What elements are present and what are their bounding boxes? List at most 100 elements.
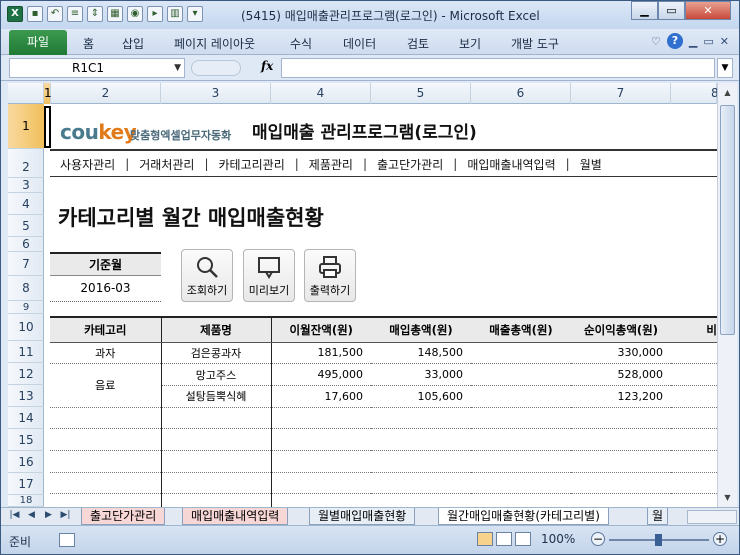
column-header[interactable]: 8 — [671, 83, 717, 104]
row-header[interactable]: 2 — [8, 149, 44, 178]
cell-carryover[interactable]: 495,000 — [271, 363, 371, 386]
tab-file[interactable]: 파일 — [9, 30, 67, 55]
cell-product[interactable] — [161, 493, 272, 507]
cell-net-profit[interactable] — [571, 407, 671, 430]
cell-net-profit[interactable] — [571, 428, 671, 451]
close-button[interactable]: ✕ — [685, 1, 731, 20]
cell-product[interactable]: 망고주스 — [161, 363, 272, 386]
cell-product[interactable] — [161, 428, 272, 451]
cell-net-profit[interactable]: 528,000 — [571, 363, 671, 386]
scrollbar-thumb[interactable] — [720, 105, 735, 335]
cell-ratio[interactable] — [671, 428, 717, 451]
menu-item-category-management[interactable]: 카테고리관리 — [209, 156, 295, 173]
cell-carryover[interactable] — [271, 428, 371, 451]
column-header[interactable]: 1 — [44, 83, 52, 104]
row-header[interactable]: 1 — [8, 104, 44, 149]
menu-item-product-management[interactable]: 제품관리 — [299, 156, 363, 173]
cell-carryover[interactable] — [271, 493, 371, 507]
row-header[interactable]: 16 — [8, 451, 44, 473]
row-header[interactable]: 11 — [8, 341, 44, 363]
column-header[interactable]: 6 — [471, 83, 571, 104]
first-sheet-icon[interactable]: |◀ — [7, 510, 22, 520]
cell-carryover[interactable] — [271, 450, 371, 473]
column-header[interactable]: 5 — [371, 83, 471, 104]
form-icon[interactable]: ≡ — [67, 6, 83, 22]
row-header[interactable]: 12 — [8, 363, 44, 385]
chevron-down-icon[interactable]: ▼ — [174, 59, 181, 77]
cell-net-profit[interactable] — [571, 472, 671, 495]
zoom-knob[interactable] — [655, 534, 662, 546]
tab-developer[interactable]: 개발 도구 — [511, 35, 559, 52]
cell-purchase[interactable] — [371, 428, 471, 451]
row-header[interactable]: 3 — [8, 178, 44, 193]
cell-purchase[interactable] — [371, 407, 471, 430]
cell-sales[interactable] — [471, 428, 571, 451]
row-header[interactable]: 5 — [8, 215, 44, 237]
menu-item-user-management[interactable]: 사용자관리 — [50, 156, 125, 173]
maximize-button[interactable]: ▭ — [658, 1, 685, 20]
row-header[interactable]: 18 — [8, 495, 44, 507]
doc-restore-icon[interactable]: ▭ — [703, 35, 713, 48]
cell-sales[interactable] — [471, 342, 571, 365]
zoom-slider[interactable]: − + — [591, 532, 731, 548]
tab-home[interactable]: 홈 — [83, 35, 94, 52]
row-header[interactable]: 15 — [8, 429, 44, 451]
cell-carryover[interactable]: 181,500 — [271, 342, 371, 365]
cell-category[interactable] — [50, 407, 162, 430]
formula-input[interactable] — [281, 58, 715, 78]
cell-carryover[interactable] — [271, 472, 371, 495]
cell-ratio[interactable] — [671, 363, 717, 386]
menu-item-release-price[interactable]: 출고단가관리 — [367, 156, 453, 173]
cell-ratio[interactable] — [671, 493, 717, 507]
ribbon-collapse-icon[interactable]: ♡ — [651, 35, 661, 48]
sort-icon[interactable]: ⇕ — [87, 6, 103, 22]
row-header[interactable]: 8 — [8, 276, 44, 301]
last-sheet-icon[interactable]: ▶| — [58, 510, 73, 520]
formula-cancel-enter[interactable] — [191, 60, 241, 76]
scroll-down-icon[interactable]: ▼ — [720, 490, 735, 505]
tab-page-layout[interactable]: 페이지 레이아웃 — [174, 35, 255, 52]
cell-sales[interactable] — [471, 450, 571, 473]
cell-product[interactable] — [161, 407, 272, 430]
cell-ratio[interactable] — [671, 407, 717, 430]
print-button[interactable]: 출력하기 — [304, 249, 356, 302]
cell-category[interactable]: 음료 — [50, 363, 162, 408]
row-header[interactable]: 7 — [8, 252, 44, 276]
cell-category[interactable]: 과자 — [50, 342, 162, 365]
vertical-scrollbar[interactable]: ▲ ▼ — [717, 83, 737, 507]
row-header[interactable]: 10 — [8, 314, 44, 341]
macro-record-icon[interactable] — [59, 533, 75, 547]
preview-button[interactable]: 미리보기 — [243, 249, 295, 302]
cell-product[interactable]: 검은콩과자 — [161, 342, 272, 365]
row-header[interactable]: 13 — [8, 385, 44, 407]
page-layout-view-icon[interactable] — [496, 532, 512, 546]
prev-sheet-icon[interactable]: ◀ — [24, 510, 39, 520]
row-header[interactable]: 9 — [8, 301, 44, 314]
cell-net-profit[interactable] — [571, 450, 671, 473]
horizontal-scrollbar[interactable] — [687, 510, 737, 524]
normal-view-icon[interactable] — [477, 532, 493, 546]
cell-net-profit[interactable] — [571, 493, 671, 507]
zoom-out-icon[interactable]: − — [591, 532, 605, 546]
save-icon[interactable]: ▪ — [27, 6, 43, 22]
cell-purchase[interactable] — [371, 472, 471, 495]
select-all-corner[interactable] — [8, 83, 44, 104]
insert-function-icon[interactable]: fx — [261, 59, 273, 73]
cell-ratio[interactable] — [671, 450, 717, 473]
cell-product[interactable] — [161, 450, 272, 473]
sheet-tab-category-monthly[interactable]: 월간매입매출현황(카테고리별) — [438, 508, 609, 525]
row-header[interactable]: 4 — [8, 193, 44, 215]
cell-purchase[interactable]: 105,600 — [371, 385, 471, 408]
tab-review[interactable]: 검토 — [407, 35, 429, 52]
tab-formulas[interactable]: 수식 — [290, 35, 312, 52]
customize-qat-icon[interactable]: ▾ — [187, 6, 203, 22]
table-icon[interactable]: ▦ — [107, 6, 123, 22]
name-box[interactable]: R1C1 ▼ — [9, 58, 185, 78]
column-header[interactable]: 3 — [161, 83, 271, 104]
formula-expand-icon[interactable]: ▼ — [717, 58, 733, 78]
cell-sales[interactable] — [471, 363, 571, 386]
active-cell[interactable] — [44, 106, 51, 148]
cell-sales[interactable] — [471, 407, 571, 430]
cell-purchase[interactable]: 148,500 — [371, 342, 471, 365]
sheet-tab-overflow[interactable]: 월 — [647, 508, 669, 525]
